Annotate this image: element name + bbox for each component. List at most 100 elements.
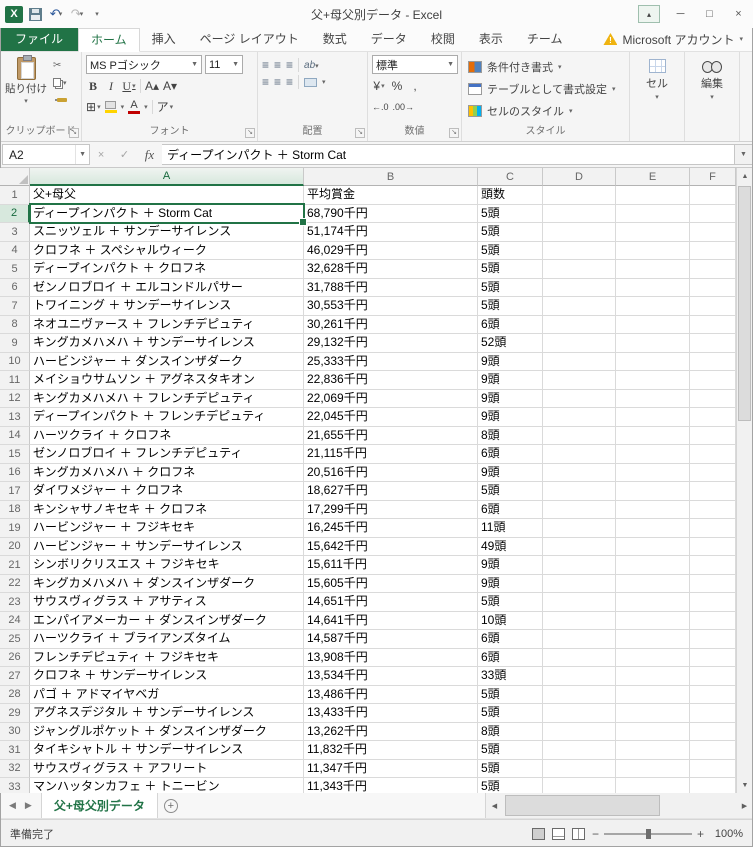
cell-A23[interactable]: サウスヴィグラス ＋ アサティス bbox=[30, 593, 304, 612]
cell-F16[interactable] bbox=[690, 463, 736, 482]
cell-C31[interactable]: 5頭 bbox=[478, 741, 543, 760]
cut-button[interactable]: ✂ bbox=[51, 58, 69, 73]
cell-A25[interactable]: ハーツクライ ＋ ブライアンズタイム bbox=[30, 630, 304, 649]
cell-F22[interactable] bbox=[690, 574, 736, 593]
row-header-31[interactable]: 31 bbox=[0, 741, 30, 760]
cell-A3[interactable]: スニッツェル ＋ サンデーサイレンス bbox=[30, 223, 304, 242]
column-header-c[interactable]: C bbox=[478, 168, 543, 186]
cell-D13[interactable] bbox=[543, 408, 616, 427]
row-header-15[interactable]: 15 bbox=[0, 445, 30, 464]
tab-view[interactable]: 表示 bbox=[467, 27, 515, 51]
row-header-12[interactable]: 12 bbox=[0, 389, 30, 408]
redo-button[interactable]: ↷ ▾ bbox=[68, 4, 86, 24]
copy-button[interactable]: ▾ bbox=[51, 75, 69, 90]
zoom-slider-thumb[interactable] bbox=[646, 828, 652, 839]
cell-A31[interactable]: タイキシャトル ＋ サンデーサイレンス bbox=[30, 741, 304, 760]
cell-A28[interactable]: パゴ ＋ アドマイヤベガ bbox=[30, 685, 304, 704]
cell-A1[interactable]: 父+母父 bbox=[30, 186, 304, 205]
row-header-8[interactable]: 8 bbox=[0, 315, 30, 334]
cell-C15[interactable]: 6頭 bbox=[478, 445, 543, 464]
cell-C19[interactable]: 11頭 bbox=[478, 519, 543, 538]
cell-E14[interactable] bbox=[616, 426, 690, 445]
column-header-d[interactable]: D bbox=[543, 168, 616, 186]
cell-B19[interactable]: 16,245千円 bbox=[304, 519, 478, 538]
cell-F32[interactable] bbox=[690, 759, 736, 778]
cell-A24[interactable]: エンパイアメーカー ＋ ダンスインザダーク bbox=[30, 611, 304, 630]
cell-A10[interactable]: ハービンジャー ＋ ダンスインザダーク bbox=[30, 352, 304, 371]
cell-E32[interactable] bbox=[616, 759, 690, 778]
cell-B25[interactable]: 14,587千円 bbox=[304, 630, 478, 649]
decrease-decimal-button[interactable]: .00→ bbox=[393, 98, 415, 115]
sheet-tab-active[interactable]: 父+母父別データ bbox=[40, 793, 158, 818]
format-painter-button[interactable] bbox=[51, 92, 69, 107]
cell-D32[interactable] bbox=[543, 759, 616, 778]
cell-F1[interactable] bbox=[690, 186, 736, 205]
cell-C17[interactable]: 5頭 bbox=[478, 482, 543, 501]
cell-D7[interactable] bbox=[543, 297, 616, 316]
row-header-23[interactable]: 23 bbox=[0, 593, 30, 612]
cell-C8[interactable]: 6頭 bbox=[478, 315, 543, 334]
cell-B13[interactable]: 22,045千円 bbox=[304, 408, 478, 427]
format-as-table-button[interactable]: テーブルとして書式設定 ▾ bbox=[466, 79, 616, 98]
cell-B23[interactable]: 14,651千円 bbox=[304, 593, 478, 612]
cell-F26[interactable] bbox=[690, 648, 736, 667]
row-header-2[interactable]: 2 bbox=[0, 204, 30, 223]
cell-C22[interactable]: 9頭 bbox=[478, 574, 543, 593]
cell-E5[interactable] bbox=[616, 260, 690, 279]
align-center-button[interactable]: ≡ bbox=[274, 76, 281, 88]
cell-E17[interactable] bbox=[616, 482, 690, 501]
cell-B5[interactable]: 32,628千円 bbox=[304, 260, 478, 279]
cell-A21[interactable]: シンボリクリスエス ＋ フジキセキ bbox=[30, 556, 304, 575]
cell-A8[interactable]: ネオユニヴァース ＋ フレンチデピュティ bbox=[30, 315, 304, 334]
cell-C28[interactable]: 5頭 bbox=[478, 685, 543, 704]
number-format-combo[interactable]: 標準 ▼ bbox=[372, 55, 458, 74]
font-dialog-launcher[interactable]: ↘ bbox=[245, 128, 255, 138]
cell-C13[interactable]: 9頭 bbox=[478, 408, 543, 427]
cell-C18[interactable]: 6頭 bbox=[478, 500, 543, 519]
cell-E3[interactable] bbox=[616, 223, 690, 242]
fill-color-button[interactable] bbox=[104, 100, 117, 113]
align-left-button[interactable]: ≡ bbox=[262, 76, 269, 88]
cell-D4[interactable] bbox=[543, 241, 616, 260]
cell-C25[interactable]: 6頭 bbox=[478, 630, 543, 649]
cell-F9[interactable] bbox=[690, 334, 736, 353]
cell-B31[interactable]: 11,832千円 bbox=[304, 741, 478, 760]
cell-B20[interactable]: 15,642千円 bbox=[304, 537, 478, 556]
align-right-button[interactable]: ≡ bbox=[286, 76, 293, 88]
column-header-e[interactable]: E bbox=[616, 168, 690, 186]
cell-F24[interactable] bbox=[690, 611, 736, 630]
cell-D5[interactable] bbox=[543, 260, 616, 279]
column-header-f[interactable]: F bbox=[690, 168, 736, 186]
row-header-21[interactable]: 21 bbox=[0, 556, 30, 575]
cell-E4[interactable] bbox=[616, 241, 690, 260]
minimize-button[interactable]: ─ bbox=[666, 4, 695, 25]
cell-F21[interactable] bbox=[690, 556, 736, 575]
cell-C23[interactable]: 5頭 bbox=[478, 593, 543, 612]
enter-button[interactable]: ✓ bbox=[120, 148, 129, 161]
row-header-9[interactable]: 9 bbox=[0, 334, 30, 353]
cell-F7[interactable] bbox=[690, 297, 736, 316]
cell-B10[interactable]: 25,333千円 bbox=[304, 352, 478, 371]
cell-styles-button[interactable]: セルのスタイル ▾ bbox=[466, 101, 616, 120]
cell-C3[interactable]: 5頭 bbox=[478, 223, 543, 242]
cell-A33[interactable]: マンハッタンカフェ ＋ トニービン bbox=[30, 778, 304, 793]
cell-B30[interactable]: 13,262千円 bbox=[304, 722, 478, 741]
cell-B32[interactable]: 11,347千円 bbox=[304, 759, 478, 778]
cell-C12[interactable]: 9頭 bbox=[478, 389, 543, 408]
increase-font-button[interactable]: A▴ bbox=[145, 77, 159, 94]
cell-A17[interactable]: ダイワメジャー ＋ クロフネ bbox=[30, 482, 304, 501]
cell-A6[interactable]: ゼンノロブロイ ＋ エルコンドルパサー bbox=[30, 278, 304, 297]
cell-C30[interactable]: 8頭 bbox=[478, 722, 543, 741]
name-box[interactable]: A2 ▼ bbox=[2, 144, 90, 165]
row-header-30[interactable]: 30 bbox=[0, 722, 30, 741]
cell-C6[interactable]: 5頭 bbox=[478, 278, 543, 297]
cell-F15[interactable] bbox=[690, 445, 736, 464]
row-header-32[interactable]: 32 bbox=[0, 759, 30, 778]
scroll-up-icon[interactable]: ▲ bbox=[737, 168, 753, 184]
align-middle-button[interactable]: ≡ bbox=[274, 59, 281, 71]
cell-D27[interactable] bbox=[543, 667, 616, 686]
cell-E26[interactable] bbox=[616, 648, 690, 667]
cell-A9[interactable]: キングカメハメハ ＋ サンデーサイレンス bbox=[30, 334, 304, 353]
cell-D1[interactable] bbox=[543, 186, 616, 205]
alignment-dialog-launcher[interactable]: ↘ bbox=[355, 128, 365, 138]
